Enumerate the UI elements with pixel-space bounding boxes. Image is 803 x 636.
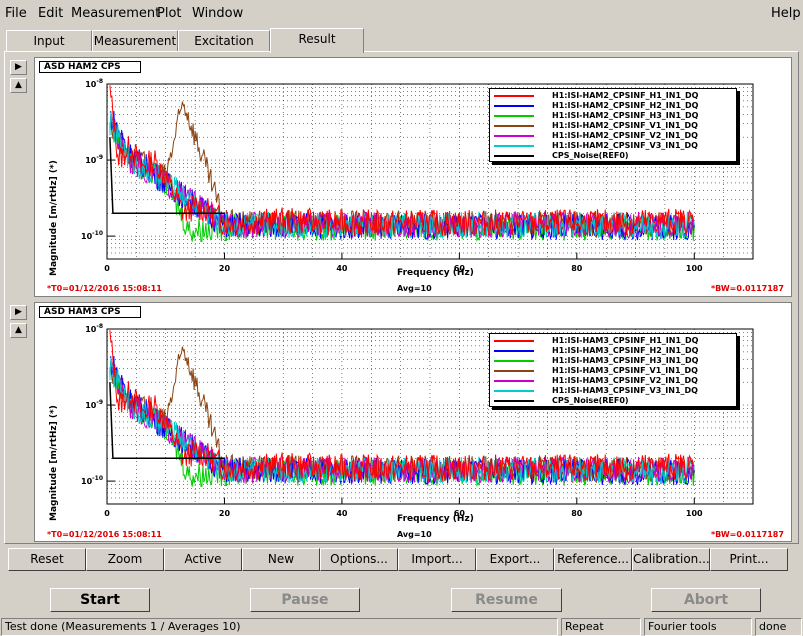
x-tick-label: 40 xyxy=(336,264,348,273)
x-axis-label: Frequency (Hz) xyxy=(397,268,474,278)
bandwidth: *BW=0.0117187 xyxy=(711,284,784,293)
resume-button[interactable]: Resume xyxy=(451,588,562,612)
tab-measurement[interactable]: Measurement xyxy=(92,30,178,52)
x-tick-label: 100 xyxy=(686,509,703,518)
start-button[interactable]: Start xyxy=(50,588,150,612)
tab-bar: Input Measurement Excitation Result xyxy=(4,28,799,53)
plot-toolbar: Reset Zoom Active New Options... Import.… xyxy=(8,548,794,572)
calibration-button[interactable]: Calibration... xyxy=(632,548,710,571)
export-button[interactable]: Export... xyxy=(476,548,554,571)
x-tick-label: 0 xyxy=(104,509,110,518)
y-tick-label: 10-10 xyxy=(81,230,103,241)
legend-swatch xyxy=(494,135,534,137)
expand-right-button-2[interactable]: ▶ xyxy=(10,305,27,320)
abort-button[interactable]: Abort xyxy=(651,588,761,612)
expand-right-button[interactable]: ▶ xyxy=(10,60,27,75)
options-button[interactable]: Options... xyxy=(320,548,398,571)
triangle-up-icon: ▲ xyxy=(15,325,22,335)
legend-swatch xyxy=(494,95,534,97)
print-button[interactable]: Print... xyxy=(710,548,788,571)
menu-help[interactable]: Help xyxy=(771,6,801,21)
avg-count: Avg=10 xyxy=(397,530,432,539)
menu-bar: File Edit Measurement Plot Window Help xyxy=(0,0,803,26)
menu-file[interactable]: File xyxy=(5,6,27,21)
new-button[interactable]: New xyxy=(242,548,320,571)
y-tick-label: 10-9 xyxy=(85,399,103,410)
reset-button[interactable]: Reset xyxy=(8,548,86,571)
triangle-up-icon: ▲ xyxy=(15,80,22,90)
collapse-up-button-2[interactable]: ▲ xyxy=(10,323,27,338)
menu-measurement[interactable]: Measurement xyxy=(71,6,160,21)
x-axis-label: Frequency (Hz) xyxy=(397,514,474,524)
legend-swatch xyxy=(494,155,534,157)
legend-swatch xyxy=(494,370,534,372)
status-state: done xyxy=(755,618,802,636)
x-tick-label: 80 xyxy=(571,264,583,273)
tab-excitation[interactable]: Excitation xyxy=(178,30,270,52)
y-tick-label: 10-10 xyxy=(81,475,103,486)
legend-swatch xyxy=(494,380,534,382)
legend-swatch xyxy=(494,145,534,147)
legend-swatch xyxy=(494,125,534,127)
legend-swatch xyxy=(494,400,534,402)
y-tick-label: 10-9 xyxy=(85,154,103,165)
y-axis-label: Magnitude [m/rtHz] (*) xyxy=(49,160,59,276)
status-message: Test done (Measurements 1 / Averages 10) xyxy=(1,618,558,636)
tab-input[interactable]: Input xyxy=(6,30,92,52)
menu-plot[interactable]: Plot xyxy=(157,6,182,21)
x-tick-label: 40 xyxy=(336,509,348,518)
legend: H1:ISI-HAM3_CPSINF_H1_IN1_DQ H1:ISI-HAM3… xyxy=(489,333,737,407)
menu-window[interactable]: Window xyxy=(192,6,243,21)
x-tick-label: 80 xyxy=(571,509,583,518)
legend-swatch xyxy=(494,340,534,342)
legend-swatch xyxy=(494,105,534,107)
legend-swatch xyxy=(494,350,534,352)
x-tick-label: 20 xyxy=(219,509,231,518)
legend-swatch xyxy=(494,360,534,362)
x-tick-label: 100 xyxy=(686,264,703,273)
x-tick-label: 20 xyxy=(219,264,231,273)
plot-panel-ham3[interactable]: ASD HAM3 CPS 0 20 40 60 80 100 10-10 10-9 10-8 M… xyxy=(34,302,792,542)
zoom-button[interactable]: Zoom xyxy=(86,548,164,571)
t0-timestamp: *T0=01/12/2016 15:08:11 xyxy=(47,530,162,539)
reference-button[interactable]: Reference... xyxy=(554,548,632,571)
status-bar: Test done (Measurements 1 / Averages 10)… xyxy=(0,617,803,636)
y-tick-label: 10-8 xyxy=(85,323,103,334)
y-tick-label: 10-8 xyxy=(85,78,103,89)
tab-result[interactable]: Result xyxy=(270,28,364,53)
y-axis-label: Magnitude [m/rtHz] (*) xyxy=(49,405,59,521)
x-tick-label: 0 xyxy=(104,264,110,273)
status-repeat: Repeat xyxy=(561,618,641,636)
triangle-right-icon: ▶ xyxy=(15,62,22,72)
legend: H1:ISI-HAM2_CPSINF_H1_IN1_DQ H1:ISI-HAM2… xyxy=(489,88,737,162)
active-button[interactable]: Active xyxy=(164,548,242,571)
plot-panel-ham2[interactable]: ASD HAM2 CPS 0 20 40 60 80 100 10-10 10-9 10-8 M… xyxy=(34,57,792,297)
t0-timestamp: *T0=01/12/2016 15:08:11 xyxy=(47,284,162,293)
import-button[interactable]: Import... xyxy=(398,548,476,571)
legend-swatch xyxy=(494,115,534,117)
triangle-right-icon: ▶ xyxy=(15,307,22,317)
pause-button[interactable]: Pause xyxy=(250,588,360,612)
menu-edit[interactable]: Edit xyxy=(38,6,63,21)
collapse-up-button[interactable]: ▲ xyxy=(10,78,27,93)
avg-count: Avg=10 xyxy=(397,284,432,293)
legend-swatch xyxy=(494,390,534,392)
bandwidth: *BW=0.0117187 xyxy=(711,530,784,539)
status-tool: Fourier tools xyxy=(644,618,752,636)
